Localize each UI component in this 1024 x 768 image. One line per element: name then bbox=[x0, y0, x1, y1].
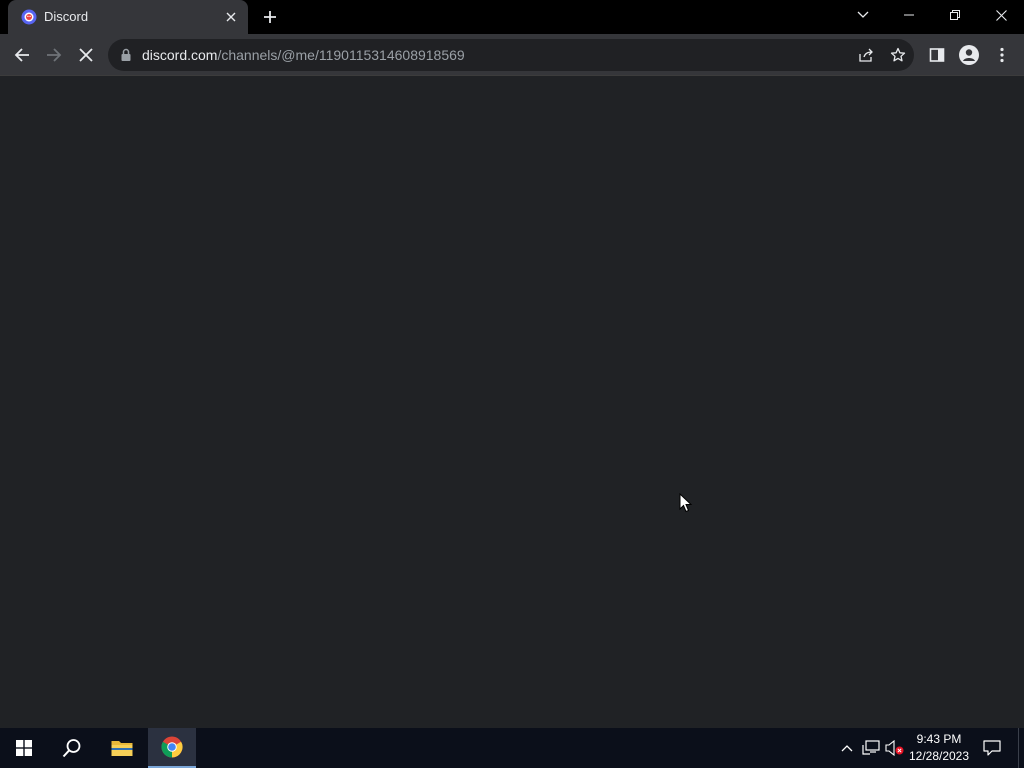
side-panel-icon bbox=[929, 48, 945, 62]
minimize-button[interactable] bbox=[886, 0, 932, 30]
share-button[interactable] bbox=[856, 45, 876, 65]
folder-icon bbox=[111, 741, 133, 756]
start-button[interactable] bbox=[0, 728, 48, 768]
kebab-menu-icon bbox=[1000, 47, 1004, 63]
network-button[interactable] bbox=[861, 738, 881, 758]
chrome-icon bbox=[161, 736, 183, 758]
url-path: /channels/@me/1190115314608918569 bbox=[217, 47, 465, 63]
tab-close-button[interactable] bbox=[222, 8, 240, 26]
volume-muted-icon bbox=[885, 740, 904, 756]
close-icon bbox=[995, 9, 1007, 21]
url-text: discord.com/channels/@me/119011531460891… bbox=[142, 47, 465, 63]
arrow-left-icon bbox=[14, 48, 29, 62]
file-explorer-button[interactable] bbox=[98, 728, 146, 768]
profile-icon bbox=[959, 45, 979, 65]
taskbar-clock[interactable]: 9:43 PM 12/28/2023 bbox=[906, 731, 972, 765]
notification-icon bbox=[983, 740, 1001, 756]
browser-toolbar: discord.com/channels/@me/119011531460891… bbox=[0, 34, 1024, 76]
chevron-up-icon bbox=[841, 745, 853, 752]
arrow-right-icon bbox=[47, 48, 62, 62]
close-window-button[interactable] bbox=[978, 0, 1024, 30]
profile-button[interactable] bbox=[953, 39, 985, 71]
page-content[interactable] bbox=[0, 77, 1024, 728]
volume-button[interactable] bbox=[885, 738, 905, 758]
close-icon bbox=[226, 12, 236, 22]
chevron-down-icon bbox=[857, 11, 869, 18]
discord-favicon-icon bbox=[21, 9, 37, 25]
plus-icon bbox=[264, 11, 276, 23]
restore-button[interactable] bbox=[932, 0, 978, 30]
show-desktop-button[interactable] bbox=[1018, 728, 1024, 768]
search-icon bbox=[62, 739, 81, 758]
windows-taskbar: 9:43 PM 12/28/2023 bbox=[0, 728, 1024, 768]
stop-loading-icon bbox=[79, 48, 93, 62]
show-hidden-icons-button[interactable] bbox=[837, 738, 857, 758]
lock-icon bbox=[121, 48, 131, 61]
tab-search-button[interactable] bbox=[840, 0, 886, 30]
search-button[interactable] bbox=[48, 728, 96, 768]
action-center-button[interactable] bbox=[982, 738, 1002, 758]
share-icon bbox=[859, 48, 873, 62]
browser-menu-button[interactable] bbox=[986, 39, 1018, 71]
side-panel-button[interactable] bbox=[921, 39, 953, 71]
forward-button[interactable] bbox=[38, 39, 70, 71]
browser-tab-strip: Discord bbox=[0, 0, 1024, 34]
restore-icon bbox=[950, 10, 960, 20]
network-icon bbox=[862, 740, 880, 755]
windows-logo-icon bbox=[16, 740, 32, 756]
address-bar[interactable]: discord.com/channels/@me/119011531460891… bbox=[108, 39, 914, 71]
new-tab-button[interactable] bbox=[258, 5, 282, 29]
stop-loading-button[interactable] bbox=[70, 39, 102, 71]
star-icon bbox=[890, 47, 906, 62]
back-button[interactable] bbox=[6, 39, 38, 71]
url-host: discord.com bbox=[142, 47, 218, 63]
chrome-taskbar-button[interactable] bbox=[148, 728, 196, 768]
browser-tab-discord[interactable]: Discord bbox=[8, 0, 248, 34]
mouse-cursor-icon bbox=[679, 493, 693, 513]
bookmark-button[interactable] bbox=[888, 45, 908, 65]
clock-date: 12/28/2023 bbox=[908, 749, 970, 763]
clock-time: 9:43 PM bbox=[916, 732, 962, 746]
minimize-icon bbox=[904, 14, 914, 16]
tab-title: Discord bbox=[44, 9, 89, 24]
